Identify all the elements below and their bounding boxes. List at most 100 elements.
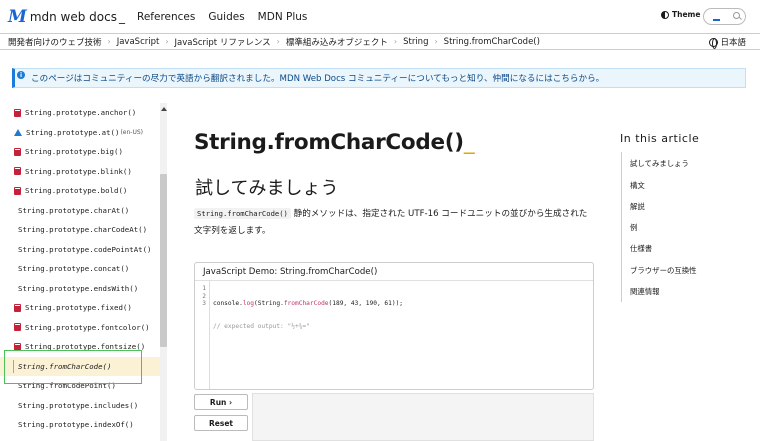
locale-tag: (en-US) (120, 128, 143, 136)
toc-item[interactable]: 解説 (630, 201, 645, 212)
breadcrumb-separator: › (165, 37, 169, 46)
sidebar-item-label: String.prototype.blink() (25, 166, 132, 176)
code-editor[interactable]: 1 2 3 console.log(String.fromCharCode(18… (195, 281, 593, 389)
search-cursor (713, 18, 720, 21)
deprecated-icon (14, 303, 21, 312)
code-line-2: // expected output: "½+¾=" (213, 322, 310, 330)
sidebar-item-label: String.prototype.charCodeAt() (18, 225, 148, 234)
code-token: (189, 43, 190, 61)); (328, 300, 404, 307)
top-nav: M mdn web docs _ References Guides MDN P… (0, 0, 760, 33)
sidebar-item[interactable]: String.prototype.fontcolor() (0, 318, 160, 337)
title-cursor: _ (463, 130, 475, 155)
sidebar-item-label: String.prototype.includes() (18, 400, 139, 410)
nav-link-references[interactable]: References (137, 11, 195, 23)
code-token: fromCharCode (283, 300, 329, 307)
sidebar-item[interactable]: String.prototype.charCodeAt() (0, 220, 160, 239)
toc-item[interactable]: 構文 (630, 180, 645, 191)
theme-icon (661, 10, 669, 19)
deprecated-icon (14, 108, 21, 117)
breadcrumb-item[interactable]: 開発者向けのウェブ技術 (8, 36, 102, 48)
toc-item[interactable]: 仕様書 (630, 243, 652, 254)
run-button[interactable]: Run › (194, 394, 248, 410)
highlight-box (4, 350, 142, 384)
sidebar-item-label: String.prototype.concat() (18, 264, 130, 273)
sidebar-item-label: String.prototype.anchor() (25, 108, 137, 117)
line-number: 1 (202, 285, 206, 292)
sidebar-item[interactable]: String.prototype.at() (en-US) (0, 123, 160, 142)
theme-label: Theme (672, 10, 701, 19)
search-input[interactable] (703, 8, 746, 25)
info-icon: i (17, 71, 25, 79)
sidebar-item[interactable]: String.prototype.anchor() (0, 103, 160, 122)
description: String.fromCharCode() 静的メソッドは、指定された UTF-… (194, 205, 596, 240)
sidebar-item-label: String.prototype.codePointAt() (18, 244, 152, 254)
line-number: 2 (202, 292, 206, 300)
inline-code: String.fromCharCode() (194, 208, 291, 219)
deprecated-icon (14, 167, 21, 175)
sidebar: String.prototype.anchor() String.prototyp… (0, 103, 168, 441)
search-icon[interactable] (733, 12, 740, 19)
page-title: String.fromCharCode()_ (194, 130, 475, 155)
mdn-logo[interactable]: M mdn web docs _ (8, 7, 125, 27)
sidebar-item[interactable]: String.prototype.includes() (0, 396, 160, 415)
globe-icon (709, 37, 719, 49)
description-text-2: 文字列を返します。 (194, 226, 271, 236)
section-heading: 試してみましょう (195, 178, 339, 199)
mdn-logo-icon: M (8, 6, 27, 27)
breadcrumb: 開発者向けのウェブ技術 › JavaScript › JavaScript リフ… (0, 33, 760, 50)
sidebar-item[interactable]: String.prototype.codePointAt() (0, 240, 160, 259)
sidebar-item[interactable]: String.prototype.concat() (0, 259, 160, 278)
sidebar-item[interactable]: String.prototype.endsWith() (0, 279, 160, 298)
sidebar-item[interactable]: String.prototype.big() (0, 142, 160, 161)
sidebar-item[interactable]: String.prototype.indexOf() (0, 415, 160, 434)
reset-button[interactable]: Reset (194, 415, 248, 431)
page-title-text: String.fromCharCode() (194, 130, 464, 155)
toc-title: In this article (620, 132, 700, 145)
toc-item[interactable]: 関連情報 (630, 286, 660, 297)
breadcrumb-item[interactable]: JavaScript (117, 37, 160, 47)
breadcrumb-item[interactable]: 標準組み込みオブジェクト (286, 36, 388, 48)
line-numbers: 1 2 3 (195, 281, 210, 389)
sidebar-item[interactable]: String.prototype.charAt() (0, 201, 160, 220)
sidebar-item-label: String.prototype.bold() (25, 186, 128, 195)
demo-title: JavaScript Demo: String.fromCharCode() (195, 263, 593, 281)
sidebar-item[interactable]: String.prototype.fixed() (0, 298, 160, 317)
logo-text: mdn web docs (29, 9, 117, 24)
code-content[interactable]: console.log(String.fromCharCode(189, 43,… (213, 285, 403, 368)
sidebar-item-label: String.prototype.at() (26, 127, 120, 137)
nav-link-mdn-plus[interactable]: MDN Plus (258, 11, 308, 23)
breadcrumb-item[interactable]: JavaScript リファレンス (175, 36, 271, 48)
code-token: log (242, 300, 254, 307)
translation-notice: i このページはコミュニティーの尽力で英語から翻訳されました。MDN Web D… (12, 68, 746, 88)
sidebar-item-label: String.prototype.indexOf() (18, 420, 134, 429)
breadcrumb-separator: › (276, 37, 280, 46)
language-switcher[interactable]: 日本語 (709, 36, 746, 49)
notice-text[interactable]: このページはコミュニティーの尽力で英語から翻訳されました。MDN Web Doc… (31, 72, 604, 84)
logo-cursor: _ (119, 9, 125, 24)
sidebar-scrollbar-thumb[interactable] (160, 174, 167, 347)
code-token: console. (213, 300, 243, 307)
nav-link-guides[interactable]: Guides (208, 11, 244, 23)
breadcrumb-separator: › (434, 37, 438, 46)
sidebar-item-label: String.prototype.fontcolor() (25, 322, 150, 332)
sidebar-item-label: String.prototype.charAt() (18, 205, 130, 215)
sidebar-item-label: String.prototype.big() (25, 147, 123, 156)
breadcrumb-item[interactable]: String.fromCharCode() (444, 37, 540, 47)
deprecated-icon (14, 323, 21, 331)
toc-item[interactable]: 試してみましょう (630, 158, 689, 169)
scroll-up-arrow-icon[interactable] (161, 107, 167, 111)
toc-item[interactable]: ブラウザーの互換性 (630, 265, 697, 276)
breadcrumb-item[interactable]: String (403, 37, 428, 47)
theme-button[interactable]: Theme (661, 10, 700, 19)
breadcrumb-separator: › (107, 37, 111, 46)
console-output (252, 393, 594, 441)
experimental-icon (14, 128, 22, 136)
sidebar-item[interactable]: String.prototype.blink() (0, 162, 160, 181)
toc-item[interactable]: 例 (630, 222, 637, 233)
code-token: (String. (254, 300, 284, 307)
sidebar-item[interactable]: String.prototype.bold() (0, 181, 160, 200)
code-line-1: console.log(String.fromCharCode(189, 43,… (213, 300, 403, 308)
deprecated-icon (14, 186, 21, 195)
deprecated-icon (14, 147, 21, 156)
